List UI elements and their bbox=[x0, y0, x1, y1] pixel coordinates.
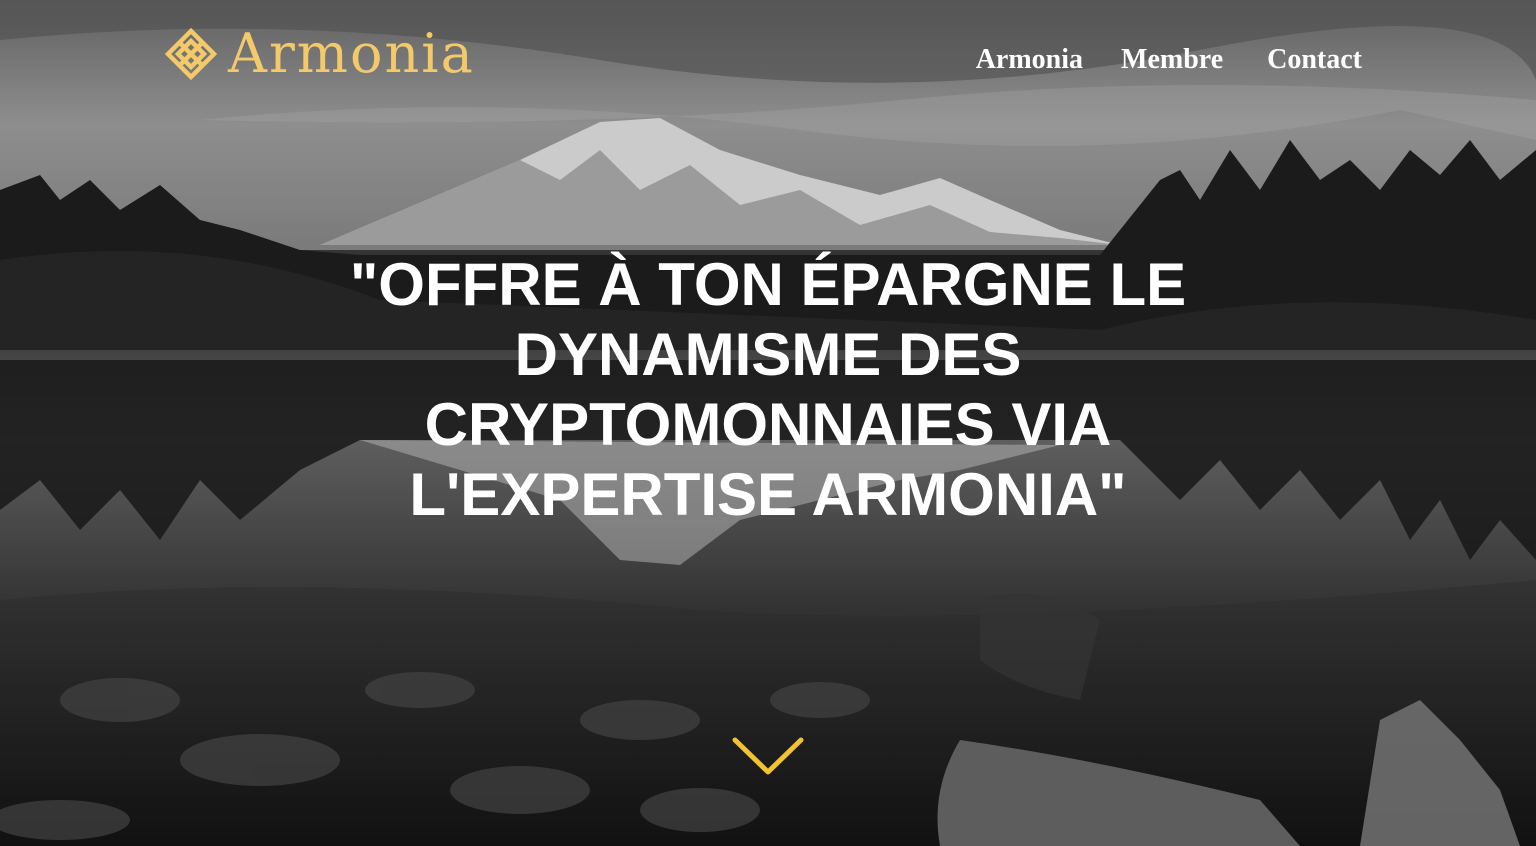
brand-logo[interactable]: Armonia bbox=[164, 26, 475, 82]
main-nav: Armonia Membre Contact bbox=[976, 44, 1362, 76]
hero-section: Armonia Armonia Membre Contact "OFFRE À … bbox=[0, 0, 1536, 846]
chevron-down-icon[interactable] bbox=[731, 734, 805, 780]
knot-icon bbox=[164, 27, 218, 81]
nav-link-contact[interactable]: Contact bbox=[1267, 44, 1362, 76]
top-navigation-bar: Armonia Armonia Membre Contact bbox=[0, 0, 1536, 120]
brand-name: Armonia bbox=[228, 22, 475, 85]
nav-link-armonia[interactable]: Armonia bbox=[976, 44, 1083, 76]
nav-link-membre[interactable]: Membre bbox=[1121, 44, 1223, 76]
hero-headline: "OFFRE À TON ÉPARGNE LE DYNAMISME DES CR… bbox=[349, 251, 1187, 528]
